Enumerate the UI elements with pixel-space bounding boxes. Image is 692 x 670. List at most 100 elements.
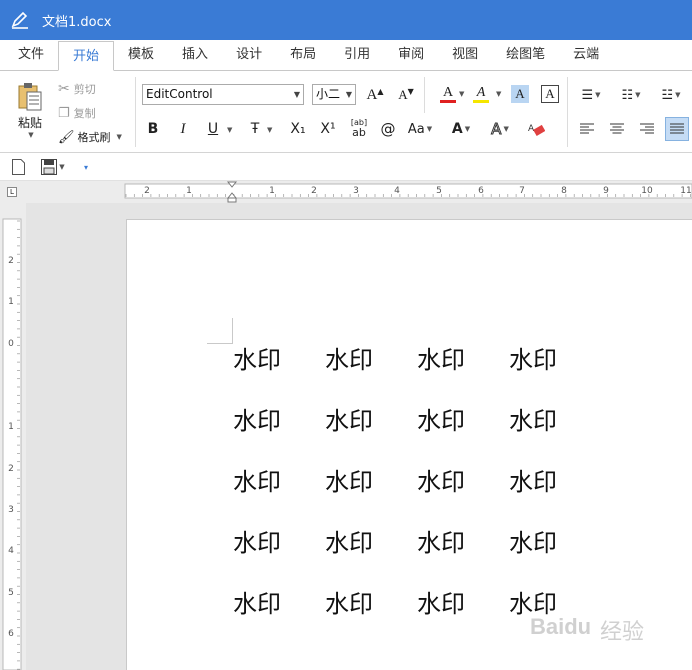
cut-button[interactable]: ✂ 剪切 [58, 79, 96, 99]
tab-stop-selector[interactable]: L [7, 187, 17, 197]
watermark-text: 水印 [325, 407, 373, 435]
ruler-corner: L [0, 181, 26, 203]
baidu-brand-text: Baidu [530, 614, 592, 639]
font-color-icon: A [442, 84, 454, 100]
watermark-text: 水印 [325, 590, 373, 618]
bold-button[interactable]: B [143, 119, 163, 139]
tab-review[interactable]: 审阅 [384, 40, 438, 70]
chevron-down-icon: ▼ [345, 90, 352, 99]
chevron-down-icon[interactable]: ▼ [459, 90, 464, 98]
outline-text-button[interactable]: A ▼ [487, 119, 513, 139]
change-case-button[interactable]: Aa ▼ [406, 119, 434, 139]
font-size-select[interactable]: 小二 ▼ [312, 84, 356, 105]
tab-insert[interactable]: 插入 [168, 40, 222, 70]
scissors-icon: ✂ [58, 81, 70, 97]
customize-toolbar-button[interactable]: ▾ [80, 160, 92, 174]
vertical-ruler[interactable]: 2101234567 [0, 203, 26, 670]
char-border-icon: A [545, 86, 555, 101]
align-left-button[interactable] [577, 119, 597, 139]
highlight-button[interactable]: A [470, 83, 492, 105]
char-shading-icon: A [515, 86, 525, 101]
chevron-down-icon[interactable]: ▼ [227, 126, 232, 134]
numbering-button[interactable]: ☷ ▼ [615, 85, 647, 105]
horizontal-ruler[interactable]: 2 1 1 2 3 4 5 6 7 8 9 10 11 [26, 181, 692, 203]
ruler-label: 6 [478, 186, 484, 196]
outline-text-icon: A [491, 120, 502, 139]
char-border-button[interactable]: A [541, 85, 559, 103]
align-left-icon [580, 123, 594, 134]
grow-font-button[interactable]: A ▲ [365, 85, 385, 105]
superscript-icon: X¹ [320, 121, 336, 137]
clear-format-button[interactable]: A [525, 119, 547, 139]
format-painter-button[interactable]: 🖌 格式刷 ▼ [58, 127, 122, 147]
align-center-button[interactable] [607, 119, 627, 139]
ruler-label: 4 [394, 186, 400, 196]
strikethrough-button[interactable]: Ŧ [243, 119, 267, 139]
bullets-button[interactable]: ☰ ▼ [575, 85, 607, 105]
tab-template[interactable]: 模板 [114, 40, 168, 70]
tab-draw[interactable]: 绘图笔 [492, 40, 559, 70]
ruler-label: 1 [186, 186, 192, 196]
ruler-label: 2 [8, 256, 14, 266]
ruler-label: 1 [8, 422, 14, 432]
tab-layout[interactable]: 布局 [276, 40, 330, 70]
brush-icon: 🖌 [58, 129, 75, 145]
watermark-text: 水印 [233, 468, 281, 496]
justify-icon [670, 123, 684, 134]
enclose-char-icon: @ [380, 120, 396, 138]
save-button[interactable]: ▼ [38, 158, 68, 176]
tab-design[interactable]: 设计 [222, 40, 276, 70]
chevron-down-icon: ▼ [595, 91, 601, 99]
highlight-bar [473, 99, 489, 103]
align-center-icon [610, 123, 624, 134]
chevron-down-icon[interactable]: ▼ [267, 126, 272, 134]
document-title: 文档1.docx [42, 14, 112, 30]
watermark-text: 水印 [417, 590, 465, 618]
char-shading-button[interactable]: A [511, 85, 529, 103]
watermark-text: 水印 [325, 346, 373, 374]
multilevel-list-button[interactable]: ☳ ▼ [655, 85, 687, 105]
new-document-button[interactable] [10, 158, 26, 176]
italic-icon: I [180, 120, 186, 137]
tab-view[interactable]: 视图 [438, 40, 492, 70]
highlight-icon: A [476, 84, 486, 100]
copy-label: 复制 [73, 107, 96, 120]
baidu-brand-cn-text: 经验 [600, 620, 645, 645]
phonetic-base-text: ab [352, 126, 366, 139]
tab-home[interactable]: 开始 [58, 41, 115, 71]
watermark-text: 水印 [417, 468, 465, 496]
bullet-list-icon: ☰ [581, 87, 594, 103]
align-right-button[interactable] [637, 119, 657, 139]
subscript-button[interactable]: X₁ [286, 119, 310, 139]
customize-arrow-icon: ▾ [83, 162, 88, 172]
italic-button[interactable]: I [173, 119, 193, 139]
paste-button[interactable]: 粘贴 ▼ [10, 77, 50, 143]
ruler-label: 3 [353, 186, 359, 196]
eraser-icon: A [528, 124, 545, 136]
watermark-text: 水印 [233, 407, 281, 435]
chevron-down-icon[interactable]: ▼ [496, 90, 501, 98]
copy-button[interactable]: ❐ 复制 [58, 103, 96, 123]
enclose-char-button[interactable]: @ [378, 119, 398, 139]
chevron-down-icon: ▼ [293, 90, 300, 99]
superscript-button[interactable]: X¹ [316, 119, 340, 139]
ruler-label: 2 [311, 186, 317, 196]
watermark-text: 水印 [509, 529, 557, 557]
chevron-down-icon: ▼ [116, 133, 122, 141]
justify-button[interactable] [665, 117, 689, 141]
tab-references[interactable]: 引用 [330, 40, 384, 70]
chevron-down-icon: ▼ [675, 91, 681, 99]
copy-icon: ❐ [58, 105, 70, 121]
shrink-font-button[interactable]: A ▼ [396, 85, 416, 105]
watermark-text: 水印 [233, 529, 281, 557]
strikethrough-icon: Ŧ [250, 121, 260, 137]
tab-file[interactable]: 文件 [4, 40, 58, 70]
title-bar: 文档1.docx [0, 0, 692, 40]
edit-pen-icon[interactable] [10, 10, 30, 30]
phonetic-guide-button[interactable]: [ab] ab [348, 117, 370, 141]
font-family-select[interactable]: EditControl ▼ [142, 84, 304, 105]
tab-cloud[interactable]: 云端 [559, 40, 613, 70]
watermark-text: 水印 [233, 590, 281, 618]
text-effect-button[interactable]: A ▼ [448, 119, 474, 139]
underline-button[interactable]: U [203, 119, 223, 139]
